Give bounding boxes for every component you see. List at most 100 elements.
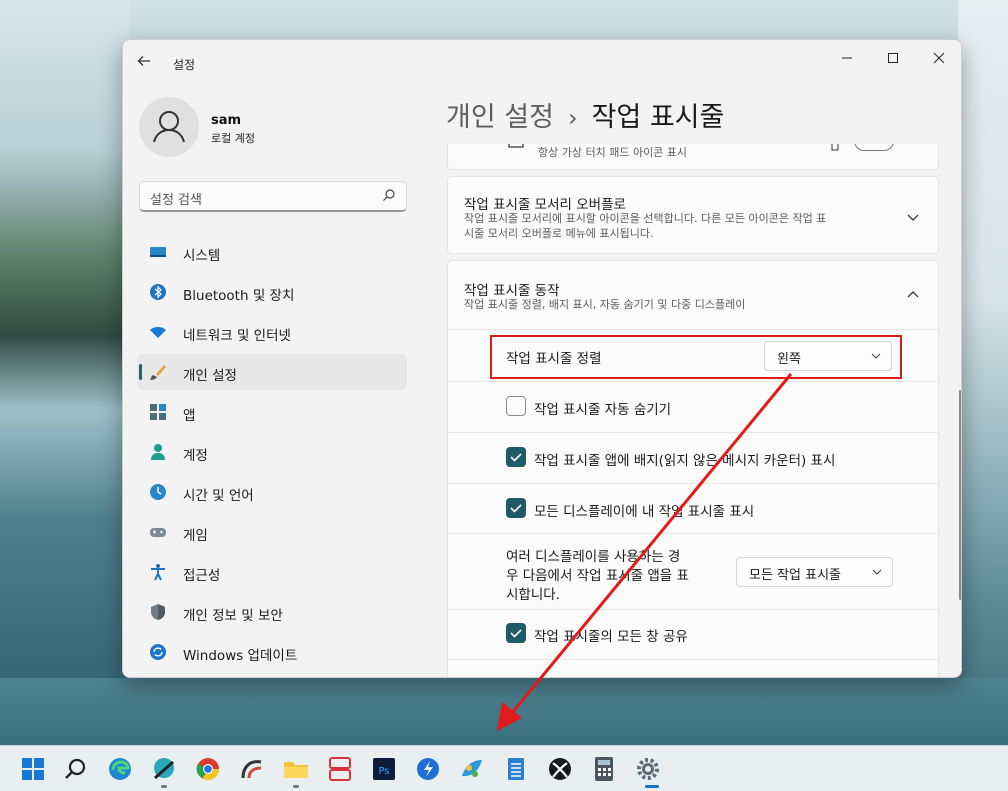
multi-display-value: 모든 작업 표시줄	[749, 568, 841, 583]
divider	[448, 533, 939, 534]
scrollbar[interactable]	[959, 390, 961, 600]
sidebar-item-privacy[interactable]: 개인 정보 및 보안	[137, 594, 407, 630]
user-name: sam	[211, 113, 242, 128]
sidebar-item-label: 네트워크 및 인터넷	[183, 328, 291, 344]
multi-display-dropdown[interactable]: 모든 작업 표시줄	[736, 557, 893, 587]
sidebar-item-label: 게임	[183, 528, 208, 544]
desktop-wallpaper-bottom	[0, 678, 1008, 745]
auto-hide-checkbox[interactable]	[506, 396, 526, 416]
divider	[448, 432, 939, 433]
corner-overflow-card[interactable]: 작업 표시줄 모서리 오버플로 작업 표시줄 모서리에 표시할 아이콘을 선택합…	[447, 176, 939, 254]
chevron-down-icon	[907, 214, 919, 221]
svg-text:Ps: Ps	[378, 766, 389, 777]
app-icon[interactable]	[413, 754, 443, 784]
sidebar-item-gaming[interactable]: 게임	[137, 514, 407, 550]
app-icon[interactable]	[237, 754, 267, 784]
breadcrumb-parent[interactable]: 개인 설정	[446, 102, 554, 133]
sidebar-item-label: Windows 업데이트	[183, 648, 298, 664]
multi-display-text-2: 우 다음에서 작업 표시줄 앱을 표	[506, 568, 689, 584]
taskbar-behaviors-header[interactable]: 작업 표시줄 동작 작업 표시줄 정렬, 배지 표시, 자동 숨기기 및 다중 …	[448, 261, 938, 329]
sidebar-item-label: 접근성	[183, 568, 221, 584]
network-icon	[150, 327, 166, 338]
maximize-button[interactable]	[871, 46, 915, 74]
back-button[interactable]	[137, 54, 155, 72]
minimize-icon	[842, 57, 852, 59]
sidebar-item-label: 앱	[183, 408, 196, 424]
share-window-label: 작업 표시줄의 모든 창 공유	[534, 629, 688, 645]
sidebar-item-windows-update[interactable]: Windows 업데이트	[137, 634, 407, 670]
search-input[interactable]: 설정 검색	[139, 181, 407, 212]
windows-update-icon	[150, 644, 166, 660]
sidebar-nav: 시스템 Bluetooth 및 장치 네트워크 및 인터넷 개인 설정 앱 계정…	[137, 234, 407, 674]
sidebar-item-network[interactable]: 네트워크 및 인터넷	[137, 314, 407, 350]
settings-icon[interactable]	[633, 754, 663, 784]
avatar[interactable]	[139, 97, 199, 157]
calculator-icon[interactable]	[589, 754, 619, 784]
search-icon[interactable]	[61, 754, 91, 784]
sidebar-item-label: 시간 및 언어	[183, 488, 254, 504]
taskbar-behaviors-description: 작업 표시줄 정렬, 배지 표시, 자동 숨기기 및 다중 디스플레이	[464, 298, 746, 311]
all-displays-checkbox[interactable]	[506, 498, 526, 518]
app-icon[interactable]	[325, 754, 355, 784]
share-window-checkbox[interactable]	[506, 623, 526, 643]
app-icon[interactable]	[457, 754, 487, 784]
back-arrow-icon	[137, 56, 150, 66]
corner-overflow-title: 작업 표시줄 모서리 오버플로	[464, 197, 626, 213]
maximize-icon	[888, 53, 898, 63]
sidebar-item-personalization[interactable]: 개인 설정	[137, 354, 407, 390]
user-icon	[153, 111, 185, 143]
sidebar-item-label: 계정	[183, 448, 208, 464]
sidebar-item-apps[interactable]: 앱	[137, 394, 407, 430]
corner-overflow-description-1: 작업 표시줄 모서리에 표시할 아이콘을 선택합니다. 다른 모든 아이콘은 작…	[464, 212, 827, 225]
running-indicator	[161, 785, 167, 788]
chevron-up-icon	[907, 291, 919, 298]
sidebar-item-label: 개인 정보 및 보안	[183, 608, 283, 624]
badges-checkbox[interactable]	[506, 447, 526, 467]
search-placeholder: 설정 검색	[150, 193, 202, 208]
checkmark-icon	[510, 629, 522, 638]
edge-icon[interactable]	[105, 754, 135, 784]
checkmark-icon	[510, 453, 522, 462]
app-title: 설정	[173, 58, 196, 72]
gaming-icon	[150, 528, 166, 537]
accessibility-icon	[151, 564, 165, 581]
all-displays-label: 모든 디스플레이에 내 작업 표시줄 표시	[534, 504, 755, 520]
personalization-brush-icon	[150, 365, 166, 380]
multi-display-text-1: 여러 디스플레이를 사용하는 경	[506, 549, 681, 565]
settings-content: 항상 가상 터치 패드 아이콘 표시 작업 표시줄 모서리 오버플로 작업 표시…	[447, 144, 939, 677]
system-icon	[150, 247, 166, 257]
taskbar-behaviors-title: 작업 표시줄 동작	[464, 283, 560, 299]
touchpad-card: 항상 가상 터치 패드 아이콘 표시	[447, 144, 939, 170]
windows-start-icon[interactable]	[18, 754, 48, 784]
settings-window: 설정 sam 로컬 계정 설정 검색 시스템 Bluetooth 및 장치 네트…	[122, 39, 962, 678]
close-button[interactable]	[917, 46, 961, 74]
file-explorer-icon[interactable]	[281, 754, 311, 784]
sidebar-item-label: Bluetooth 및 장치	[183, 288, 295, 304]
divider	[448, 483, 939, 484]
account-type: 로컬 계정	[211, 132, 255, 145]
divider	[448, 609, 939, 610]
sidebar-item-accessibility[interactable]: 접근성	[137, 554, 407, 590]
sidebar-item-bluetooth[interactable]: Bluetooth 및 장치	[137, 274, 407, 310]
desktop-wallpaper-right	[958, 0, 1008, 745]
chrome-icon[interactable]	[193, 754, 223, 784]
app-icon[interactable]	[149, 754, 179, 784]
sidebar-item-time-language[interactable]: 시간 및 언어	[137, 474, 407, 510]
xbox-icon[interactable]	[545, 754, 575, 784]
page-title: 작업 표시줄	[591, 102, 725, 133]
sidebar-item-accounts[interactable]: 계정	[137, 434, 407, 470]
checkmark-icon	[510, 504, 522, 513]
photoshop-icon[interactable]: Ps	[369, 754, 399, 784]
divider	[448, 329, 939, 330]
touchpad-toggle[interactable]	[854, 144, 894, 151]
notepad-icon[interactable]	[501, 754, 531, 784]
apps-icon	[150, 404, 166, 420]
privacy-shield-icon	[151, 604, 165, 620]
search-icon	[383, 189, 395, 201]
divider	[448, 659, 939, 660]
sidebar-item-system[interactable]: 시스템	[137, 234, 407, 270]
sidebar-item-label: 개인 설정	[183, 368, 237, 384]
minimize-button[interactable]	[825, 46, 869, 74]
accounts-icon	[151, 444, 165, 460]
divider	[448, 381, 939, 382]
